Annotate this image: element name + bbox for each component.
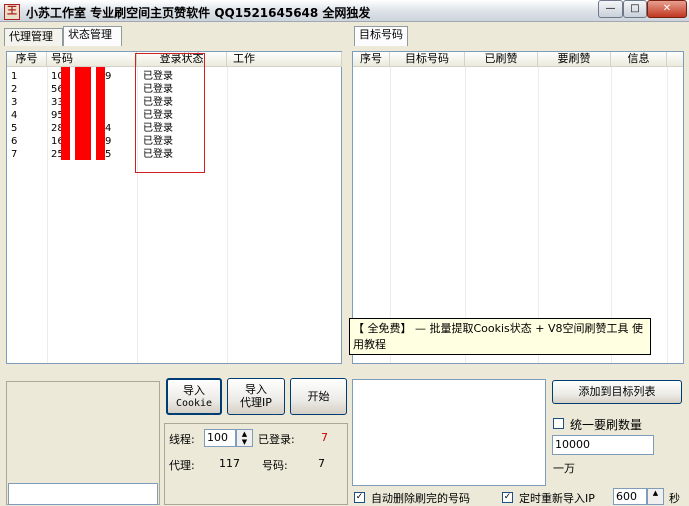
spin-up-icon[interactable]: ▲ bbox=[653, 489, 658, 497]
col-target-seq[interactable]: 序号 bbox=[353, 52, 390, 67]
interval-unit: 秒 bbox=[669, 492, 680, 505]
col-info[interactable]: 信息 bbox=[611, 52, 667, 67]
like-count-hint: 一万 bbox=[553, 462, 575, 475]
like-count-input[interactable]: 10000 bbox=[552, 435, 654, 455]
logged-count: 7 bbox=[321, 431, 328, 444]
row-seq: 2 bbox=[11, 84, 18, 95]
log-input[interactable] bbox=[8, 483, 158, 505]
number-label: 号码: bbox=[262, 459, 288, 472]
close-button[interactable]: ✕ bbox=[647, 0, 687, 18]
import-proxy-button[interactable]: 导入 代理IP bbox=[227, 378, 285, 415]
minimize-button[interactable]: — bbox=[598, 0, 623, 18]
start-button[interactable]: 开始 bbox=[290, 378, 347, 415]
tooltip: 【 全免费】 — 批量提取Cookis状态 + V8空间刷赞工具 使用教程 bbox=[349, 318, 651, 355]
import-cookie-line1: 导入 bbox=[183, 384, 205, 397]
proxy-label: 代理: bbox=[169, 459, 195, 472]
redaction-mark bbox=[96, 67, 105, 160]
interval-input[interactable]: 600 bbox=[613, 488, 647, 505]
check-icon: ✓ bbox=[355, 492, 364, 502]
target-table-header: 序号 目标号码 已刷赞 要刷赞 信息 bbox=[353, 52, 683, 67]
col-number[interactable]: 号码 bbox=[47, 52, 137, 67]
row-number-tail: 5 bbox=[105, 149, 112, 160]
import-proxy-line1: 导入 bbox=[245, 383, 267, 396]
spin-down-icon[interactable]: ▼ bbox=[237, 438, 252, 446]
auto-delete-label: 自动删除刷完的号码 bbox=[371, 492, 470, 505]
unify-count-label: 统一要刷数量 bbox=[570, 418, 643, 432]
reimport-checkbox[interactable]: ✓ bbox=[502, 492, 513, 503]
interval-spinner[interactable]: ▲ bbox=[647, 488, 664, 505]
spin-up-icon[interactable]: ▲ bbox=[237, 430, 252, 438]
check-icon: ✓ bbox=[503, 492, 512, 502]
col-liked[interactable]: 已刷赞 bbox=[465, 52, 538, 67]
tab-target-numbers[interactable]: 目标号码 bbox=[354, 26, 408, 46]
reimport-label: 定时重新导入IP bbox=[519, 492, 595, 505]
col-target-number[interactable]: 目标号码 bbox=[390, 52, 465, 67]
col-work[interactable]: 工作 bbox=[227, 52, 342, 67]
tab-proxy-management[interactable]: 代理管理 bbox=[4, 28, 63, 46]
row-seq: 3 bbox=[11, 97, 18, 108]
import-cookie-line2: Cookie bbox=[175, 398, 213, 409]
window-title: 小苏工作室 专业刷空间主页赞软件 QQ1521645648 全网独发 bbox=[26, 6, 371, 20]
status-table[interactable]: 序号 号码 登录状态 工作 1 10 9 已登录 2 56 已登录 3 33 已登录 4 95 已登录 5… bbox=[6, 51, 342, 364]
threads-label: 线程: bbox=[169, 433, 195, 446]
add-to-target-button[interactable]: 添加到目标列表 bbox=[552, 380, 682, 404]
row-number-tail: 9 bbox=[105, 136, 112, 147]
proxy-count: 117 bbox=[219, 457, 240, 470]
auto-delete-checkbox[interactable]: ✓ bbox=[354, 492, 365, 503]
unify-count-checkbox[interactable] bbox=[553, 418, 564, 429]
redaction-mark bbox=[75, 67, 91, 160]
logged-label: 已登录: bbox=[258, 433, 295, 446]
col-to-like[interactable]: 要刷赞 bbox=[538, 52, 611, 67]
col-seq[interactable]: 序号 bbox=[7, 52, 47, 67]
maximize-button[interactable]: □ bbox=[623, 0, 647, 18]
highlight-box bbox=[135, 53, 205, 173]
row-seq: 1 bbox=[11, 71, 18, 82]
row-seq: 7 bbox=[11, 149, 18, 160]
import-cookie-button[interactable]: 导入 Cookie bbox=[166, 378, 222, 415]
row-seq: 4 bbox=[11, 110, 18, 121]
row-number-tail: 9 bbox=[105, 71, 112, 82]
threads-input[interactable]: 100 bbox=[204, 429, 236, 447]
number-count: 7 bbox=[318, 457, 325, 470]
import-proxy-line2: 代理IP bbox=[240, 396, 272, 409]
row-number-tail: 4 bbox=[105, 123, 112, 134]
tab-status-management[interactable]: 状态管理 bbox=[63, 26, 122, 46]
target-input-area[interactable] bbox=[352, 379, 546, 486]
threads-spinner[interactable]: ▲ ▼ bbox=[236, 429, 253, 447]
app-icon: 王 bbox=[4, 4, 20, 20]
redaction-mark bbox=[61, 67, 70, 160]
row-seq: 5 bbox=[11, 123, 18, 134]
row-seq: 6 bbox=[11, 136, 18, 147]
